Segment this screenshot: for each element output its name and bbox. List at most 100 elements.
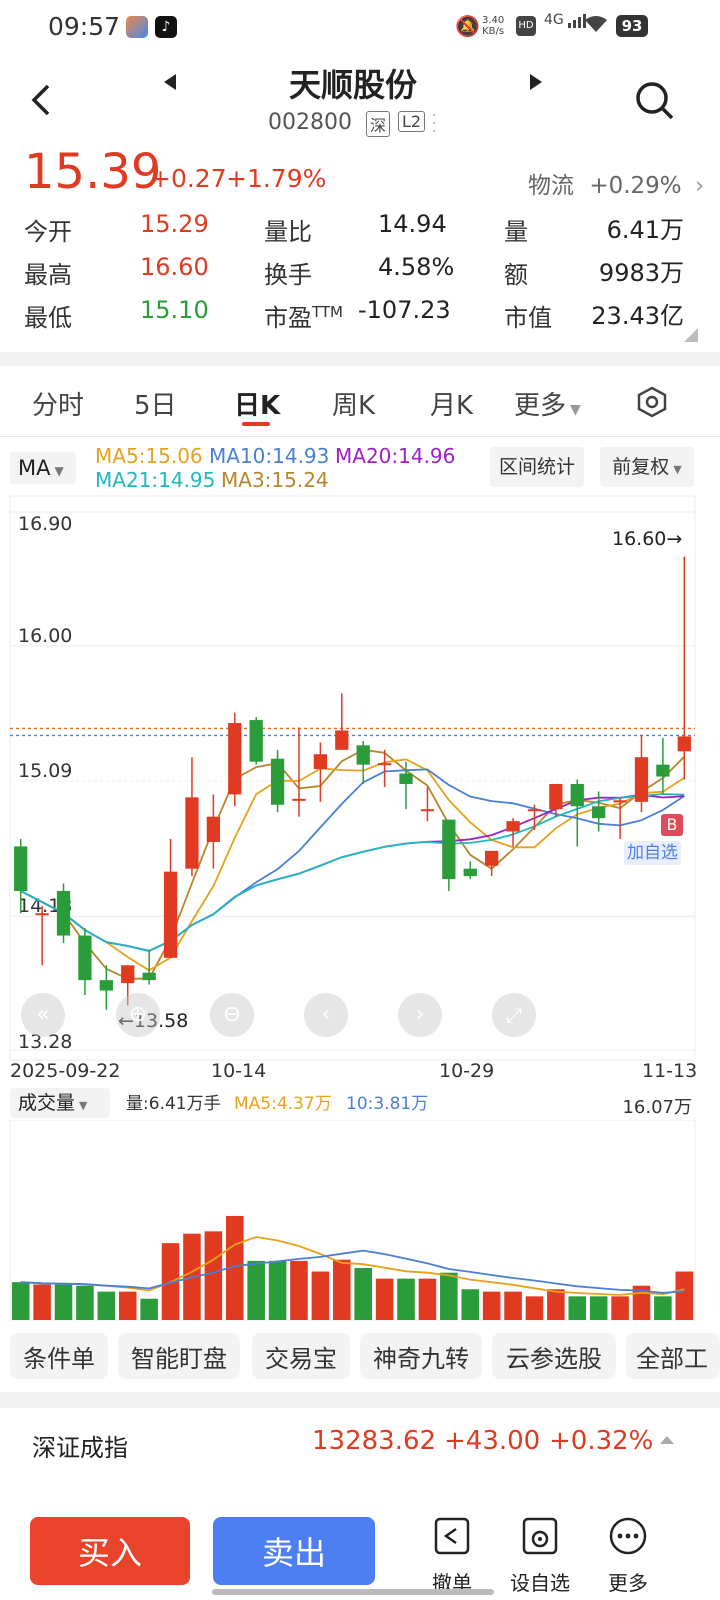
volume-bar bbox=[268, 1260, 287, 1320]
zoom-out-button[interactable]: ⊖ bbox=[210, 993, 254, 1037]
volume-bar bbox=[11, 1282, 30, 1320]
candle-body bbox=[442, 819, 456, 880]
battery-icon: 93 bbox=[616, 15, 648, 37]
add-watch-badge[interactable]: 加自选 bbox=[624, 841, 681, 865]
candle-body bbox=[549, 783, 563, 810]
search-icon bbox=[636, 82, 674, 120]
pe-ttm-sup: TTM bbox=[312, 303, 344, 321]
chevron-right-icon: › bbox=[694, 173, 705, 199]
price-change-pct: +1.79% bbox=[226, 164, 327, 193]
next-stock-button[interactable] bbox=[526, 72, 546, 96]
triangle-right-icon bbox=[530, 74, 542, 90]
caret-down-icon: ▼ bbox=[54, 464, 64, 478]
double-chevron-left-icon: « bbox=[36, 1002, 50, 1027]
buy-button[interactable]: 买入 bbox=[30, 1517, 190, 1585]
sell-button[interactable]: 卖出 bbox=[213, 1517, 375, 1585]
expand-up-icon[interactable] bbox=[660, 1436, 674, 1444]
section-divider bbox=[0, 352, 720, 366]
zoom-out-icon: ⊖ bbox=[222, 1002, 242, 1027]
candle-body bbox=[249, 720, 263, 762]
net-speed: 3.40 KB/s bbox=[482, 15, 504, 37]
chart-settings-button[interactable] bbox=[636, 386, 668, 422]
volume-bar bbox=[461, 1289, 480, 1320]
adjust-selector[interactable]: 前复权 ▼ bbox=[600, 447, 694, 487]
page-title: 天顺股份 bbox=[288, 66, 417, 104]
more-actions-label: 更多 bbox=[608, 1571, 648, 1595]
price-axis-tick: 15.09 bbox=[18, 760, 72, 782]
candle-body bbox=[228, 723, 242, 795]
scroll-left-button[interactable]: ‹ bbox=[304, 993, 348, 1037]
kline-chart[interactable]: 16.9016.0015.0914.1813.28 bbox=[0, 490, 720, 1090]
volume-bar bbox=[482, 1291, 501, 1320]
volume-bar bbox=[375, 1278, 394, 1320]
tab-daily-k[interactable]: 日K bbox=[234, 385, 280, 422]
chip-smart-watch[interactable]: 智能盯盘 bbox=[118, 1333, 240, 1379]
volume-bar bbox=[204, 1231, 223, 1320]
tab-more[interactable]: 更多 ▼ bbox=[514, 385, 581, 422]
sector-link[interactable]: 物流 +0.29% › bbox=[528, 166, 704, 200]
ma20-legend: MA20:14.96 bbox=[335, 444, 456, 468]
chevron-right-icon: › bbox=[415, 1002, 425, 1027]
cancel-order-icon bbox=[434, 1517, 470, 1555]
volume-bar bbox=[397, 1278, 415, 1320]
zoom-in-button[interactable]: ⊕ bbox=[116, 993, 160, 1037]
candle-body bbox=[677, 736, 691, 752]
market-badge: 深 bbox=[366, 111, 391, 137]
low-label: 最低 bbox=[24, 304, 72, 332]
candle-body bbox=[463, 868, 477, 877]
tab-5day[interactable]: 5日 bbox=[134, 385, 177, 422]
high-mark-value: 16.60 bbox=[612, 528, 667, 550]
chip-all[interactable]: 全部工 bbox=[626, 1333, 720, 1379]
expand-corner-icon[interactable] bbox=[684, 328, 698, 342]
volume-bar bbox=[654, 1296, 672, 1320]
candle-body bbox=[14, 846, 28, 891]
fullscreen-button[interactable]: ⤢ bbox=[492, 993, 536, 1037]
chevron-left-icon: ‹ bbox=[321, 1002, 331, 1027]
candle-body bbox=[121, 965, 135, 984]
volume-label: 量 bbox=[504, 218, 528, 246]
candle-body bbox=[399, 773, 413, 784]
net-speed-unit: KB/s bbox=[482, 26, 505, 37]
sector-pct: +0.29% bbox=[589, 173, 682, 199]
tab-weekly-k[interactable]: 周K bbox=[332, 385, 375, 422]
volume-bar bbox=[140, 1298, 158, 1320]
more-circle-icon bbox=[609, 1517, 647, 1555]
ma-selector[interactable]: MA ▼ bbox=[10, 452, 76, 484]
buy-marker: B bbox=[661, 814, 683, 836]
low-value: 15.10 bbox=[140, 296, 209, 324]
chip-trade-treasure[interactable]: 交易宝 bbox=[252, 1333, 350, 1379]
home-indicator bbox=[212, 1589, 494, 1595]
hd-icon: HD bbox=[516, 16, 536, 36]
ma5-legend: MA5:15.06 bbox=[95, 444, 203, 468]
set-watchlist-button[interactable] bbox=[510, 1515, 570, 1563]
stock-code: 002800 bbox=[268, 110, 352, 135]
scroll-right-button[interactable]: › bbox=[398, 993, 442, 1037]
tab-monthly-k[interactable]: 月K bbox=[430, 385, 473, 422]
volume-bar bbox=[247, 1260, 265, 1320]
candle-body bbox=[78, 935, 92, 981]
date-tick-end: 11-13 bbox=[642, 1060, 698, 1082]
volume-bar bbox=[525, 1296, 544, 1320]
search-button[interactable] bbox=[634, 80, 676, 126]
chip-magic-nine[interactable]: 神奇九转 bbox=[360, 1333, 482, 1379]
price-axis-tick: 16.90 bbox=[18, 513, 72, 535]
ma5-line bbox=[20, 758, 685, 972]
wifi-icon bbox=[583, 14, 609, 38]
expand-icon: ⤢ bbox=[506, 1003, 522, 1027]
scroll-left-fast-button[interactable]: « bbox=[21, 993, 65, 1037]
volume-chart[interactable] bbox=[0, 1120, 720, 1325]
candle-body bbox=[56, 890, 71, 936]
index-bar[interactable]: 深证成指 13283.62 +43.00 +0.32% bbox=[0, 1408, 720, 1478]
active-tab-indicator bbox=[242, 422, 270, 426]
range-stats-button[interactable]: 区间统计 bbox=[490, 447, 584, 487]
volume-selector[interactable]: 成交量 ▼ bbox=[10, 1088, 110, 1118]
date-tick-2: 10-14 bbox=[211, 1060, 267, 1082]
tab-intraday[interactable]: 分时 bbox=[32, 385, 84, 422]
open-value: 15.29 bbox=[140, 210, 209, 238]
pe-label: 市盈TTM bbox=[264, 298, 343, 333]
cancel-order-button[interactable] bbox=[422, 1515, 482, 1563]
chip-cloud-picker[interactable]: 云参选股 bbox=[492, 1333, 616, 1379]
chip-conditional-order[interactable]: 条件单 bbox=[10, 1333, 108, 1379]
more-actions-button[interactable] bbox=[598, 1515, 658, 1563]
more-dots-icon[interactable]: · · · bbox=[432, 109, 436, 139]
